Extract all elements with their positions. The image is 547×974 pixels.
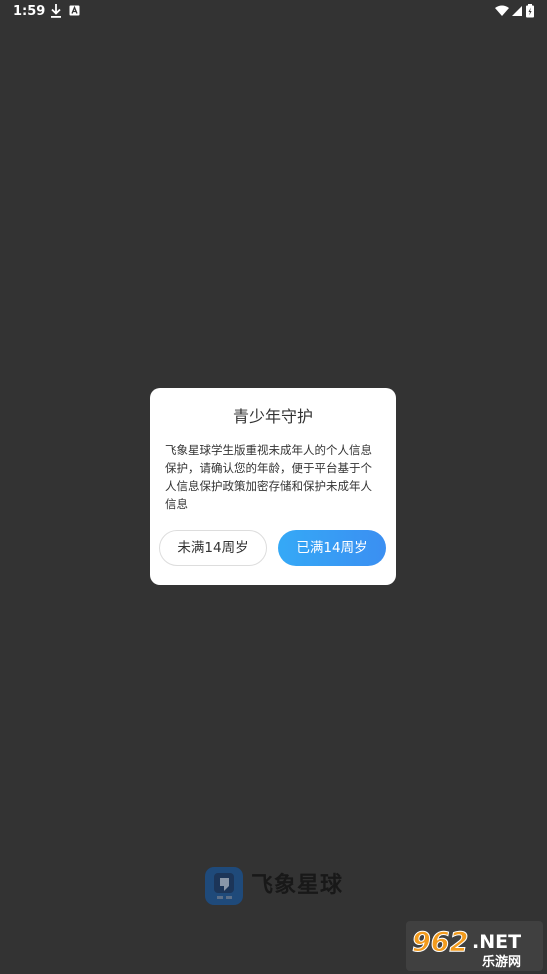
- app-logo-icon: [205, 867, 243, 905]
- age-verification-dialog: 青少年守护 飞象星球学生版重视未成年人的个人信息保护，请确认您的年龄，便于平台基…: [150, 388, 396, 585]
- svg-text:乐游网: 乐游网: [482, 954, 521, 970]
- dialog-title: 青少年守护: [232, 407, 313, 426]
- brand-name: 飞象星球: [251, 873, 344, 898]
- a-badge-icon: [69, 5, 80, 16]
- under-14-button[interactable]: 未满14周岁: [159, 530, 267, 566]
- site-watermark-logo: 962 .NET 乐游网: [406, 921, 543, 971]
- svg-text:962: 962: [412, 927, 468, 958]
- download-icon: [51, 4, 61, 18]
- brand-footer: 飞象星球: [205, 866, 343, 906]
- status-time: 1:59: [13, 4, 46, 19]
- status-icons: [495, 3, 535, 19]
- over-14-button[interactable]: 已满14周岁: [278, 530, 386, 566]
- status-bar: 1:59: [0, 0, 547, 24]
- dialog-message: 飞象星球学生版重视未成年人的个人信息保护，请确认您的年龄，便于平台基于个人信息保…: [165, 443, 372, 511]
- svg-text:.NET: .NET: [472, 931, 521, 953]
- signal-icon: [512, 6, 522, 16]
- wifi-icon: [495, 5, 509, 16]
- battery-icon: [526, 4, 534, 18]
